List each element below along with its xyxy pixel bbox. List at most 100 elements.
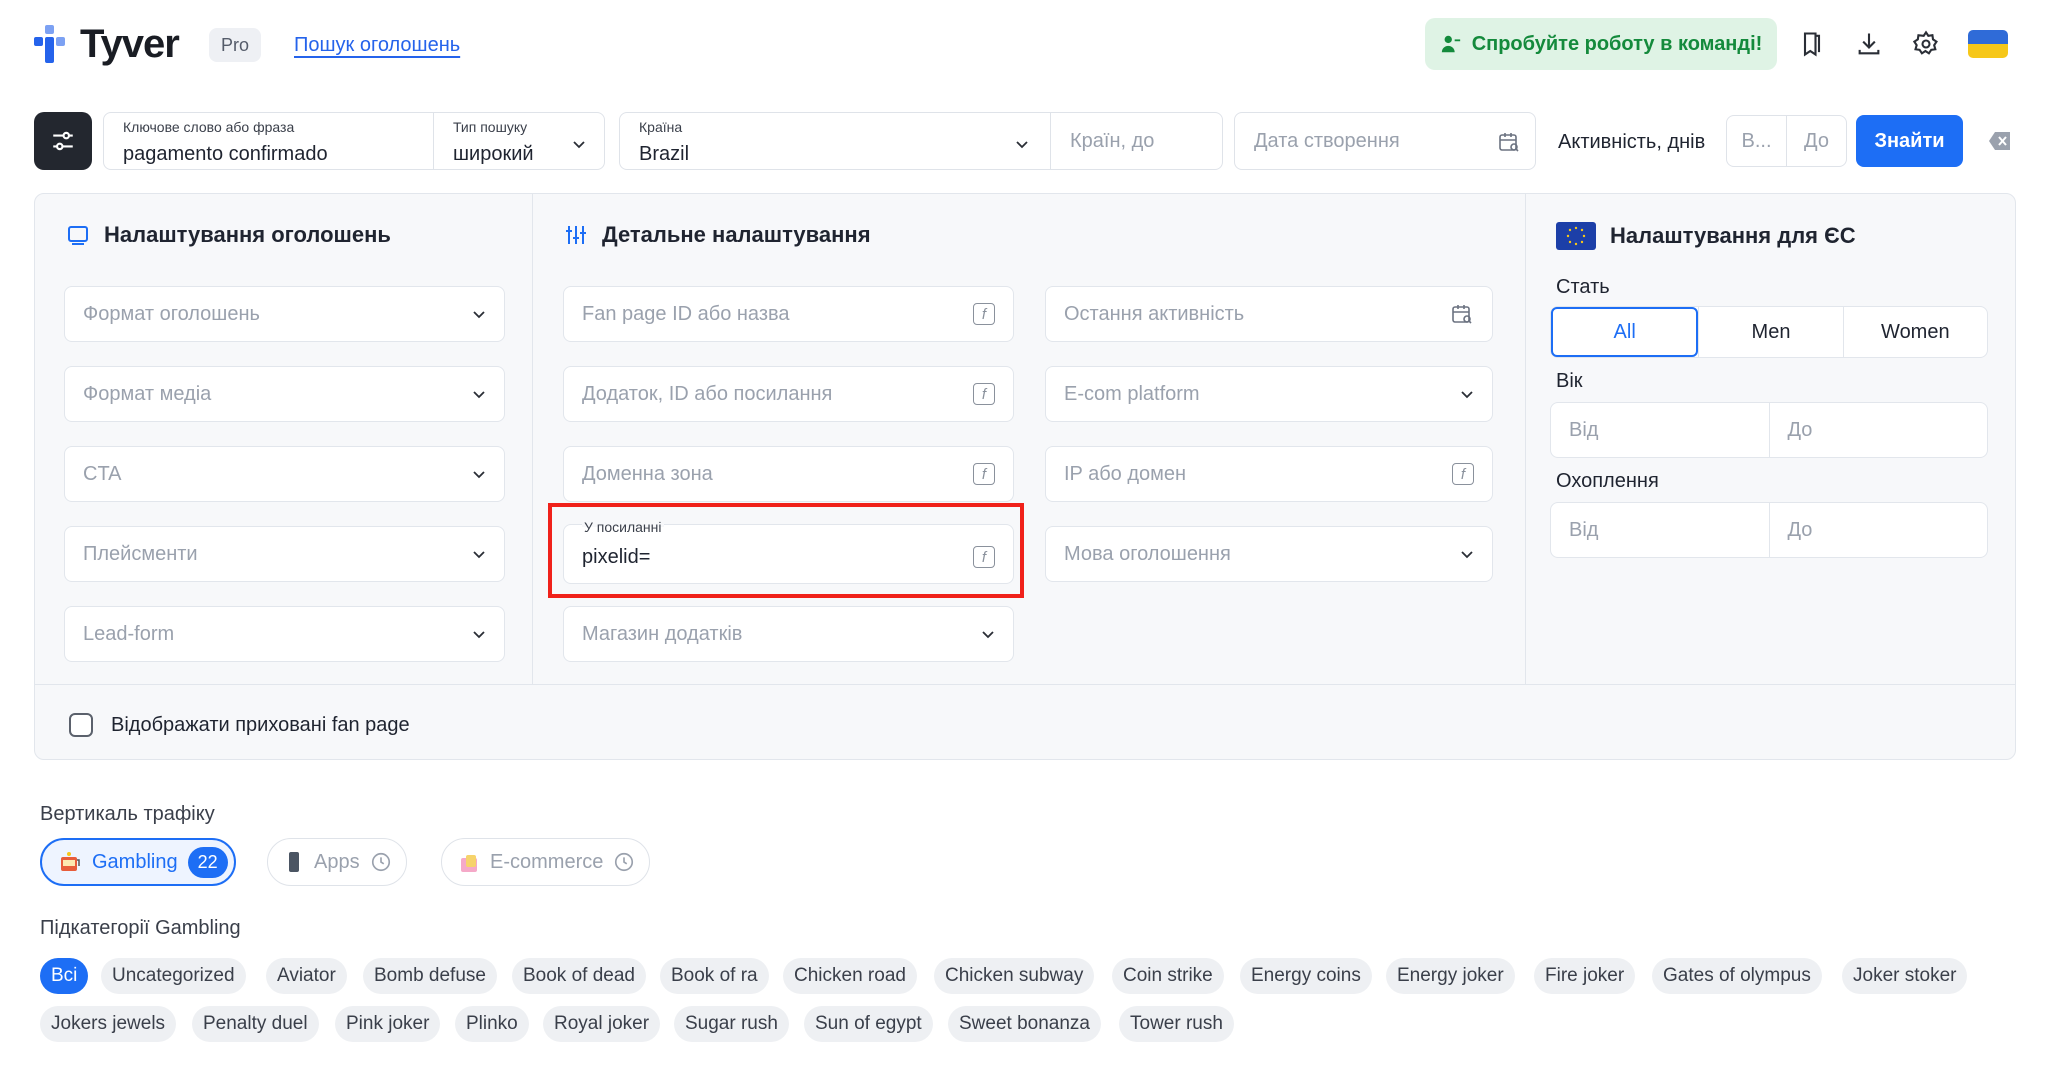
country-value: Brazil	[639, 143, 690, 165]
created-date-input[interactable]: Дата створення	[1234, 112, 1536, 170]
chevron-down-icon	[1016, 141, 1028, 149]
chevron-down-icon	[982, 631, 994, 639]
activity-to-input[interactable]: До	[1787, 116, 1846, 166]
keyword-field[interactable]: Ключове слово або фраза pagamento confir…	[103, 112, 438, 170]
brand-logo[interactable]: Tyver	[34, 22, 180, 67]
language-flag-icon[interactable]	[1968, 30, 2008, 58]
brand-name: Tyver	[80, 22, 180, 66]
cta-select[interactable]: CTA	[64, 446, 505, 502]
age-range: Від До	[1550, 402, 1988, 458]
subcategory-chip[interactable]: Aviator	[266, 958, 347, 994]
subcategory-chip[interactable]: Chicken road	[783, 958, 917, 994]
eu-flag-icon	[1556, 222, 1596, 250]
fanpage-input[interactable]: Fan page ID або назва f	[563, 286, 1014, 342]
gender-option-women[interactable]: Women	[1842, 307, 1987, 357]
subcategory-chip[interactable]: Energy joker	[1386, 958, 1515, 994]
vertical-chip-gambling[interactable]: Gambling 22	[40, 838, 236, 886]
ip-domain-input[interactable]: IP або домен f	[1045, 446, 1493, 502]
facebook-icon: f	[973, 463, 995, 485]
created-date-placeholder: Дата створення	[1254, 130, 1400, 152]
search-submit-button[interactable]: Знайти	[1856, 115, 1963, 167]
subcategory-chip[interactable]: Book of dead	[512, 958, 646, 994]
shopping-bag-icon	[461, 855, 477, 872]
chevron-down-icon	[473, 631, 485, 639]
gender-option-all[interactable]: All	[1551, 307, 1699, 357]
age-label: Вік	[1556, 370, 1583, 392]
age-to-input[interactable]: До	[1768, 403, 1988, 457]
placements-select[interactable]: Плейсменти	[64, 526, 505, 582]
show-hidden-checkbox[interactable]	[69, 713, 93, 737]
subcategory-chip[interactable]: Uncategorized	[101, 958, 246, 994]
subcategory-chip[interactable]: Pink joker	[335, 1006, 441, 1042]
subcategory-row-2: Jokers jewels Penalty duel Pink joker Pl…	[40, 1006, 2030, 1042]
equalizer-icon	[566, 226, 586, 244]
sliders-icon	[53, 131, 73, 151]
subcategory-chip[interactable]: Book of ra	[660, 958, 769, 994]
subcategory-chip[interactable]: Всі	[40, 958, 89, 994]
chevron-down-icon	[473, 471, 485, 479]
search-type-select[interactable]: Тип пошуку широкий	[433, 112, 605, 170]
subcategory-chip[interactable]: Sun of egypt	[804, 1006, 933, 1042]
subcategory-chip[interactable]: Jokers jewels	[40, 1006, 177, 1042]
activity-label: Активність, днів	[1558, 131, 1706, 153]
logo-mark-icon	[34, 24, 68, 65]
activity-from-input[interactable]: В...	[1727, 116, 1787, 166]
reach-range: Від До	[1550, 502, 1988, 558]
download-icon[interactable]	[1851, 26, 1887, 62]
subcategory-chip[interactable]: Chicken subway	[934, 958, 1095, 994]
countries-to-input[interactable]: Країн, до	[1050, 112, 1223, 170]
vertical-chip-apps[interactable]: Apps	[267, 838, 407, 886]
country-label: Країна	[639, 119, 683, 135]
try-team-button[interactable]: Спробуйте роботу в команді!	[1425, 18, 1777, 70]
ad-format-select[interactable]: Формат оголошень	[64, 286, 505, 342]
subcategory-chip[interactable]: Sugar rush	[674, 1006, 789, 1042]
subcategory-chip[interactable]: Tower rush	[1119, 1006, 1234, 1042]
last-activity-input[interactable]: Остання активність	[1045, 286, 1493, 342]
gender-option-men[interactable]: Men	[1698, 307, 1842, 357]
calendar-icon	[1499, 133, 1519, 152]
age-from-input[interactable]: Від	[1551, 403, 1769, 457]
subcategory-chip[interactable]: Bomb defuse	[363, 958, 497, 994]
country-select[interactable]: Країна Brazil	[619, 112, 1051, 170]
pro-badge: Pro	[209, 28, 261, 62]
vertical-chip-ecommerce[interactable]: E-commerce	[441, 838, 651, 886]
search-type-label: Тип пошуку	[453, 119, 528, 135]
reach-to-input[interactable]: До	[1768, 503, 1988, 557]
settings-gear-icon[interactable]	[1908, 26, 1944, 62]
reach-from-input[interactable]: Від	[1551, 503, 1769, 557]
ad-language-select[interactable]: Мова оголошення	[1045, 526, 1493, 582]
countries-to-placeholder: Країн, до	[1070, 130, 1155, 152]
chevron-down-icon	[1461, 391, 1473, 399]
keyword-value: pagamento confirmado	[123, 143, 328, 165]
subcategory-chip[interactable]: Royal joker	[543, 1006, 661, 1042]
calendar-icon	[1452, 305, 1472, 324]
monitor-icon	[68, 226, 88, 245]
subcategory-row-1: Всі Uncategorized Aviator Bomb defuse Bo…	[40, 958, 2030, 994]
chevron-down-icon	[473, 391, 485, 399]
domain-zone-input[interactable]: Доменна зона f	[563, 446, 1014, 502]
bookmarks-icon[interactable]	[1794, 26, 1830, 62]
nav-ad-search-link[interactable]: Пошук оголошень	[294, 34, 460, 57]
app-input[interactable]: Додаток, ID або посилання f	[563, 366, 1014, 422]
subcategory-chip[interactable]: Energy coins	[1240, 958, 1372, 994]
subcategory-chip[interactable]: Plinko	[455, 1006, 529, 1042]
divider	[1525, 194, 1526, 684]
facebook-icon: f	[973, 383, 995, 405]
subcategory-chip[interactable]: Penalty duel	[192, 1006, 319, 1042]
subcategory-chip[interactable]: Fire joker	[1534, 958, 1636, 994]
clear-icon[interactable]	[1988, 130, 2012, 152]
media-format-select[interactable]: Формат медіа	[64, 366, 505, 422]
activity-range[interactable]: В... До	[1726, 115, 1847, 167]
traffic-vertical-label: Вертикаль трафіку	[40, 803, 215, 825]
subcategory-chip[interactable]: Gates of olympus	[1652, 958, 1822, 994]
subcategory-chip[interactable]: Sweet bonanza	[948, 1006, 1101, 1042]
subcategory-chip[interactable]: Coin strike	[1112, 958, 1224, 994]
subcategory-chip[interactable]: Joker stoker	[1842, 958, 1968, 994]
app-store-select[interactable]: Магазин додатків	[563, 606, 1014, 662]
clock-icon	[615, 852, 634, 872]
divider	[532, 194, 533, 684]
lead-form-select[interactable]: Lead-form	[64, 606, 505, 662]
filter-toggle-button[interactable]	[34, 112, 92, 170]
ecom-platform-select[interactable]: E-com platform	[1045, 366, 1493, 422]
clock-icon	[371, 852, 390, 872]
